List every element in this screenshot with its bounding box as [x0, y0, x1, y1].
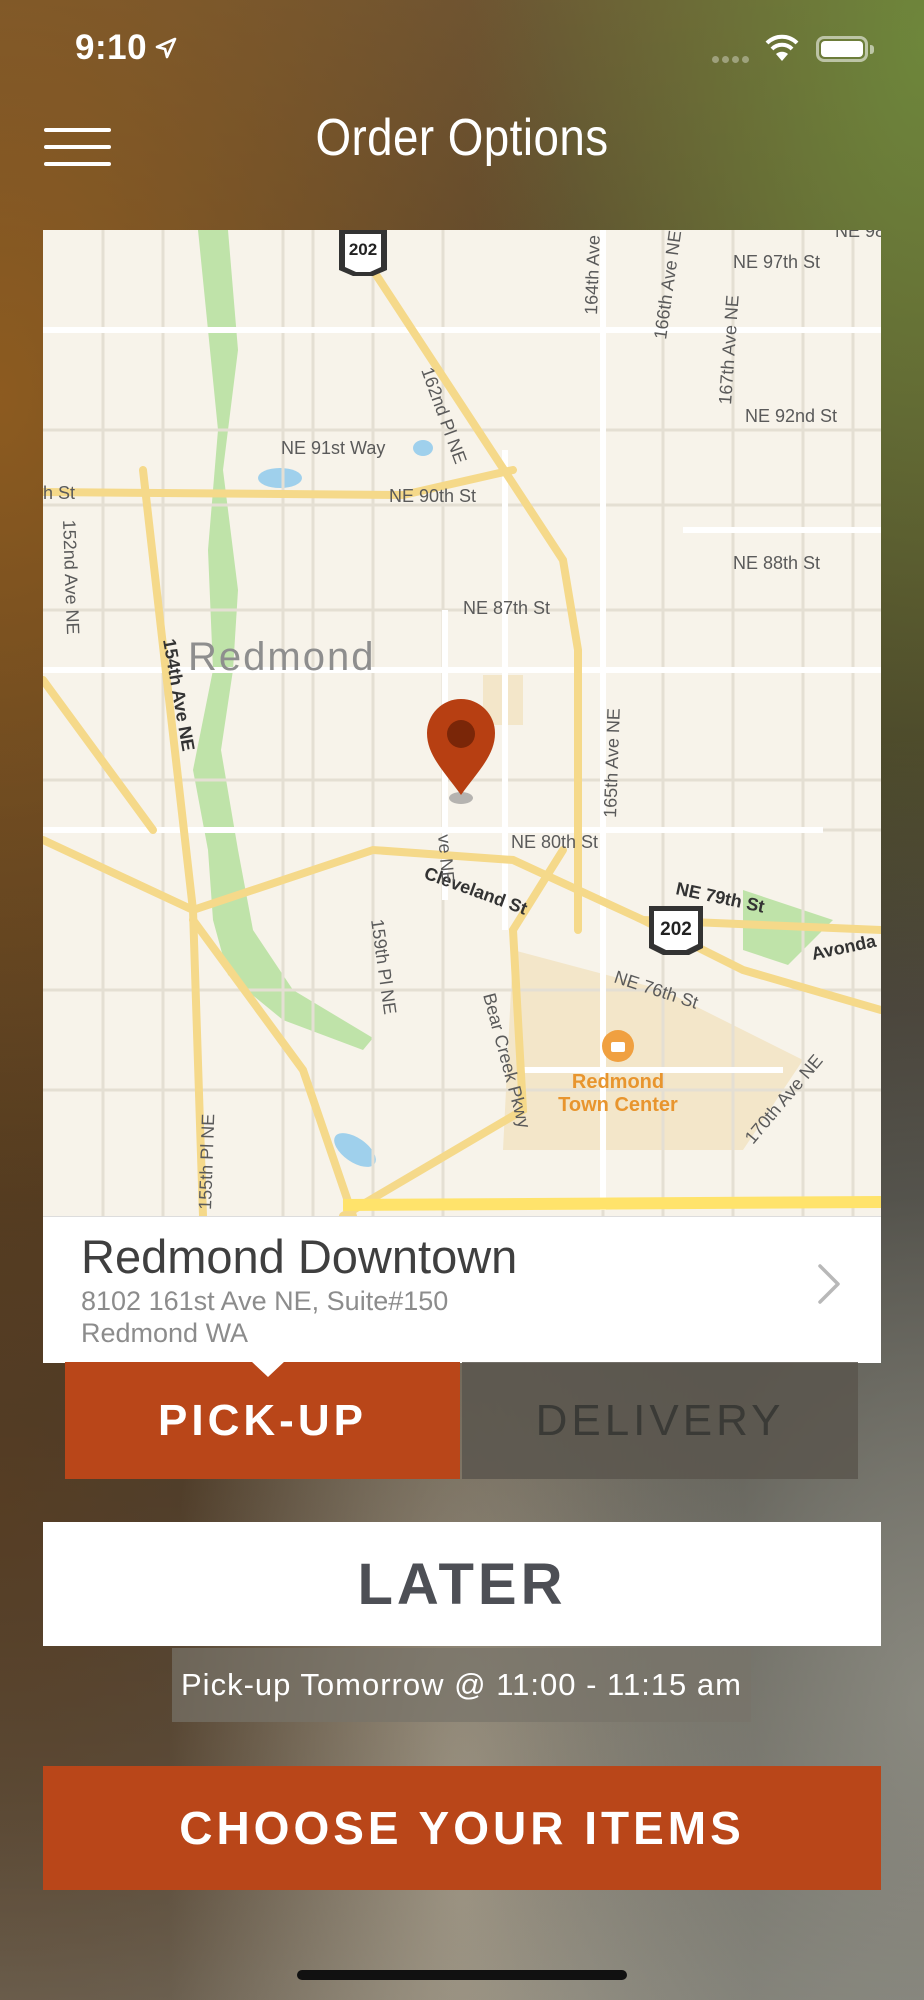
poi-label: Town Center	[558, 1094, 678, 1116]
cellular-signal-icon	[712, 50, 752, 68]
street-label: 152nd Ave NE	[59, 519, 83, 634]
selection-notch	[251, 1361, 285, 1377]
map-canvas[interactable]: NE 98t NE 97th St NE 92nd St NE 91st Way…	[43, 230, 881, 1216]
route-shield-label: 202	[660, 919, 692, 940]
street-label: h St	[43, 483, 75, 503]
status-time: 9:10	[75, 28, 148, 67]
store-name: Redmond Downtown	[81, 1230, 518, 1283]
route-shield-icon: 202	[649, 906, 703, 955]
route-shield-icon: 202	[339, 230, 387, 276]
shopping-icon	[602, 1030, 634, 1062]
later-button[interactable]: LATER	[43, 1522, 881, 1646]
street-label: NE 88th St	[733, 553, 820, 573]
street-label: NE 90th St	[389, 486, 476, 506]
store-address-line1: 8102 161st Ave NE, Suite#150	[81, 1286, 449, 1316]
choose-items-button[interactable]: CHOOSE YOUR ITEMS	[43, 1766, 881, 1890]
status-bar: 9:10	[0, 0, 924, 100]
pickup-time-label[interactable]: Pick-up Tomorrow @ 11:00 - 11:15 am	[172, 1648, 751, 1722]
battery-icon	[816, 36, 874, 62]
home-indicator[interactable]	[297, 1970, 627, 1980]
chevron-right-icon	[818, 1264, 840, 1304]
location-arrow-icon	[155, 37, 177, 59]
street-label: 167th Ave NE	[715, 294, 743, 405]
tab-delivery[interactable]: DELIVERY	[462, 1362, 858, 1479]
street-label: 165th Ave NE	[600, 708, 624, 818]
store-address-line2: Redmond WA	[81, 1318, 249, 1348]
street-label: NE 92nd St	[745, 406, 837, 426]
map-view[interactable]: NE 98t NE 97th St NE 92nd St NE 91st Way…	[43, 230, 881, 1216]
street-label: 164th Ave	[581, 235, 604, 315]
store-address: 8102 161st Ave NE, Suite#150 Redmond WA	[81, 1285, 448, 1349]
street-label: Avonda	[810, 931, 879, 964]
store-row[interactable]: Redmond Downtown 8102 161st Ave NE, Suit…	[43, 1216, 881, 1363]
tab-pickup[interactable]: PICK-UP	[65, 1362, 460, 1479]
city-label: Redmond	[188, 635, 375, 679]
location-card: NE 98t NE 97th St NE 92nd St NE 91st Way…	[43, 230, 881, 1363]
route-shield-label: 202	[349, 240, 377, 259]
water	[258, 468, 302, 488]
highway	[342, 1196, 881, 1211]
poi-label: Redmond	[572, 1071, 664, 1093]
street-label: 166th Ave NE	[650, 230, 685, 341]
page-title: Order Options	[315, 109, 609, 167]
location-pin-icon[interactable]	[427, 699, 495, 804]
water	[413, 440, 433, 456]
street-label: NE 80th St	[511, 832, 598, 852]
street-label: NE 91st Way	[281, 438, 385, 458]
street-label: 155th Pl NE	[195, 1113, 218, 1210]
street-label: NE 87th St	[463, 598, 550, 618]
street-label: NE 98t	[835, 230, 881, 241]
street-label: ve NE	[434, 834, 458, 885]
order-type-tabs: PICK-UP DELIVERY	[65, 1361, 858, 1479]
street-label: NE 97th St	[733, 252, 820, 272]
wifi-icon	[765, 34, 799, 61]
